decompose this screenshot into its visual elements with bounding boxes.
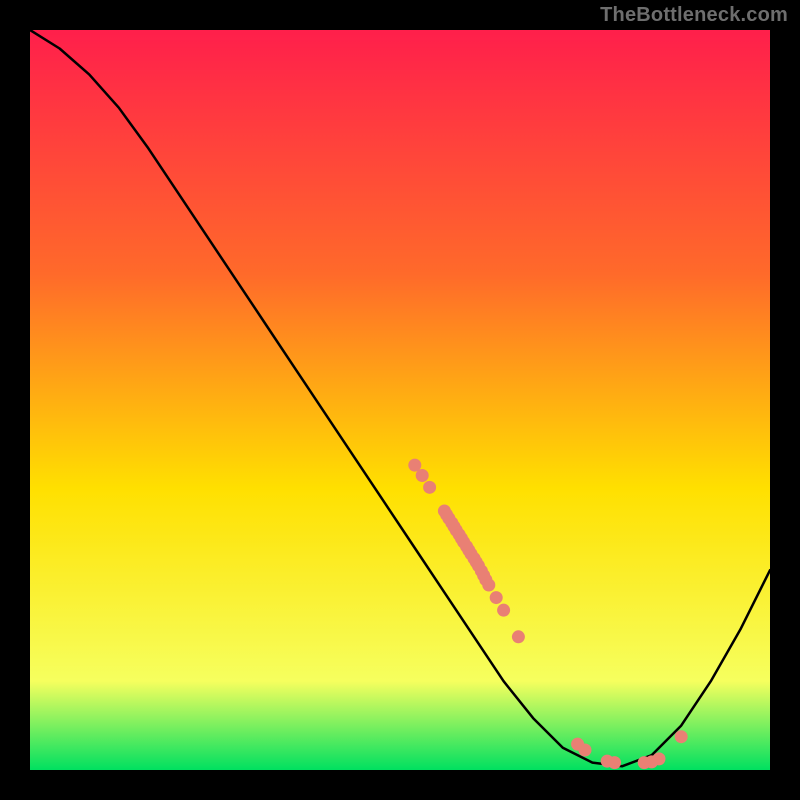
data-marker [490,591,503,604]
data-marker [512,630,525,643]
data-marker [497,604,510,617]
data-marker [653,752,666,765]
data-marker [482,579,495,592]
chart-frame: TheBottleneck.com [0,0,800,800]
bottleneck-chart [30,30,770,770]
data-marker [416,469,429,482]
data-marker [608,756,621,769]
data-marker [423,481,436,494]
plot-background [30,30,770,770]
data-marker [675,730,688,743]
data-marker [579,744,592,757]
watermark-text: TheBottleneck.com [600,4,788,27]
